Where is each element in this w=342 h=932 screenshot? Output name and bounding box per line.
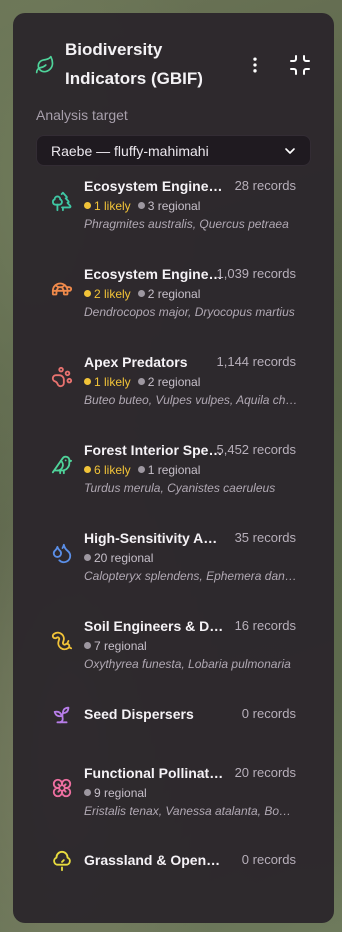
indicator-badges: 7 regional [84, 638, 154, 653]
regional-dot [137, 290, 145, 297]
regional-badge: 1 regional [137, 462, 201, 477]
indicator-species: Oxythyrea funesta, Lobaria pulmonaria [84, 657, 291, 671]
droplets-icon [52, 543, 72, 564]
regional-dot [84, 789, 91, 796]
regional-badge: 3 regional [137, 198, 201, 213]
indicator-badges: 9 regional [84, 785, 154, 800]
indicator-record-count: 16 records [234, 618, 296, 633]
panel-title-line2: Indicators (GBIF) [65, 69, 203, 88]
likely-badge: 2 likely [84, 287, 131, 301]
likely-dot [84, 202, 91, 209]
indicator-name: High-Sensitivity Aquatic [84, 530, 224, 546]
indicator-name: Ecosystem Engineers [84, 178, 224, 194]
regional-dot [137, 202, 145, 209]
worm-icon [51, 631, 73, 651]
turtle-icon [51, 282, 73, 296]
indicator-record-count: 5,452 records [216, 442, 297, 457]
indicator-species: Buteo buteo, Vulpes vulpes, Aquila chrys… [84, 393, 298, 407]
indicator-name: Seed Dispersers [84, 706, 194, 722]
panel-title: Biodiversity Indicators (GBIF) [65, 35, 240, 93]
regional-badge: 2 regional [137, 286, 201, 301]
analysis-target-label: Analysis target [36, 107, 128, 123]
tree-round-icon [53, 850, 71, 872]
regional-count: 9 regional [94, 785, 147, 800]
regional-dot [84, 554, 91, 561]
leaf-icon [35, 55, 54, 74]
tree-icon [52, 191, 72, 212]
indicator-badges: 1 likely 3 regional [84, 198, 207, 213]
flower-icon [52, 778, 72, 798]
regional-count: 1 regional [147, 462, 201, 477]
indicator-species: Dendrocopos major, Dryocopus martius [84, 305, 295, 319]
likely-count: 1 likely [94, 198, 131, 213]
regional-badge: 9 regional [84, 786, 147, 800]
indicator-record-count: 35 records [234, 530, 296, 545]
likely-dot [84, 290, 91, 297]
indicator-name: Functional Pollinators [84, 765, 224, 781]
panel-header: Biodiversity Indicators (GBIF) [13, 13, 334, 113]
indicator-badges: 1 likely 2 regional [84, 374, 207, 389]
likely-count: 1 likely [94, 374, 131, 389]
indicator-name: Grassland & Open Habitat [84, 852, 224, 868]
likely-count: 6 likely [94, 462, 131, 477]
more-vertical-icon [253, 57, 257, 73]
panel-title-line1: Biodiversity [65, 40, 163, 59]
indicator-name: Soil Engineers & Decomposers [84, 618, 224, 634]
indicator-badges: 20 regional [84, 550, 160, 565]
regional-badge: 7 regional [84, 639, 147, 653]
indicator-record-count: 28 records [234, 178, 296, 193]
likely-badge: 1 likely [84, 199, 131, 213]
minimize-icon [290, 55, 310, 75]
chevron-down-icon [285, 148, 295, 154]
sprout-icon [53, 706, 70, 724]
indicator-name: Forest Interior Specialists [84, 442, 224, 458]
regional-count: 2 regional [147, 374, 201, 389]
analysis-target-select[interactable]: Raebe — fluffy-mahimahi [36, 135, 311, 166]
more-options-button[interactable] [245, 53, 265, 77]
likely-dot [84, 378, 91, 385]
collapse-button[interactable] [288, 53, 312, 77]
regional-count: 7 regional [94, 638, 147, 653]
indicator-species: Eristalis tenax, Vanessa atalanta, Bombu… [84, 804, 298, 818]
regional-dot [137, 466, 145, 473]
indicator-badges: 6 likely 1 regional [84, 462, 207, 477]
analysis-target-value: Raebe — fluffy-mahimahi [51, 143, 209, 159]
indicator-record-count: 1,144 records [216, 354, 297, 369]
indicator-record-count: 0 records [241, 706, 296, 721]
regional-dot [84, 642, 91, 649]
indicator-record-count: 0 records [241, 852, 296, 867]
indicator-name: Apex Predators [84, 354, 188, 370]
indicator-record-count: 20 records [234, 765, 296, 780]
likely-dot [84, 466, 91, 473]
bird-icon [51, 455, 73, 475]
indicator-name: Ecosystem Engineers (Fauna) [84, 266, 224, 282]
indicator-species: Calopteryx splendens, Ephemera danica [84, 569, 298, 583]
likely-badge: 6 likely [84, 463, 131, 477]
indicator-species: Turdus merula, Cyanistes caeruleus [84, 481, 276, 495]
regional-badge: 2 regional [137, 374, 201, 389]
regional-badge: 20 regional [84, 551, 153, 565]
biodiversity-panel: Biodiversity Indicators (GBIF) Analysis … [13, 13, 334, 923]
paw-icon [51, 366, 73, 388]
indicator-species: Phragmites australis, Quercus petraea [84, 217, 289, 231]
regional-count: 3 regional [147, 198, 201, 213]
indicator-badges: 2 likely 2 regional [84, 286, 207, 301]
regional-dot [137, 378, 145, 385]
regional-count: 20 regional [94, 550, 154, 565]
likely-count: 2 likely [94, 286, 131, 301]
regional-count: 2 regional [147, 286, 201, 301]
likely-badge: 1 likely [84, 375, 131, 389]
indicator-record-count: 1,039 records [216, 266, 297, 281]
